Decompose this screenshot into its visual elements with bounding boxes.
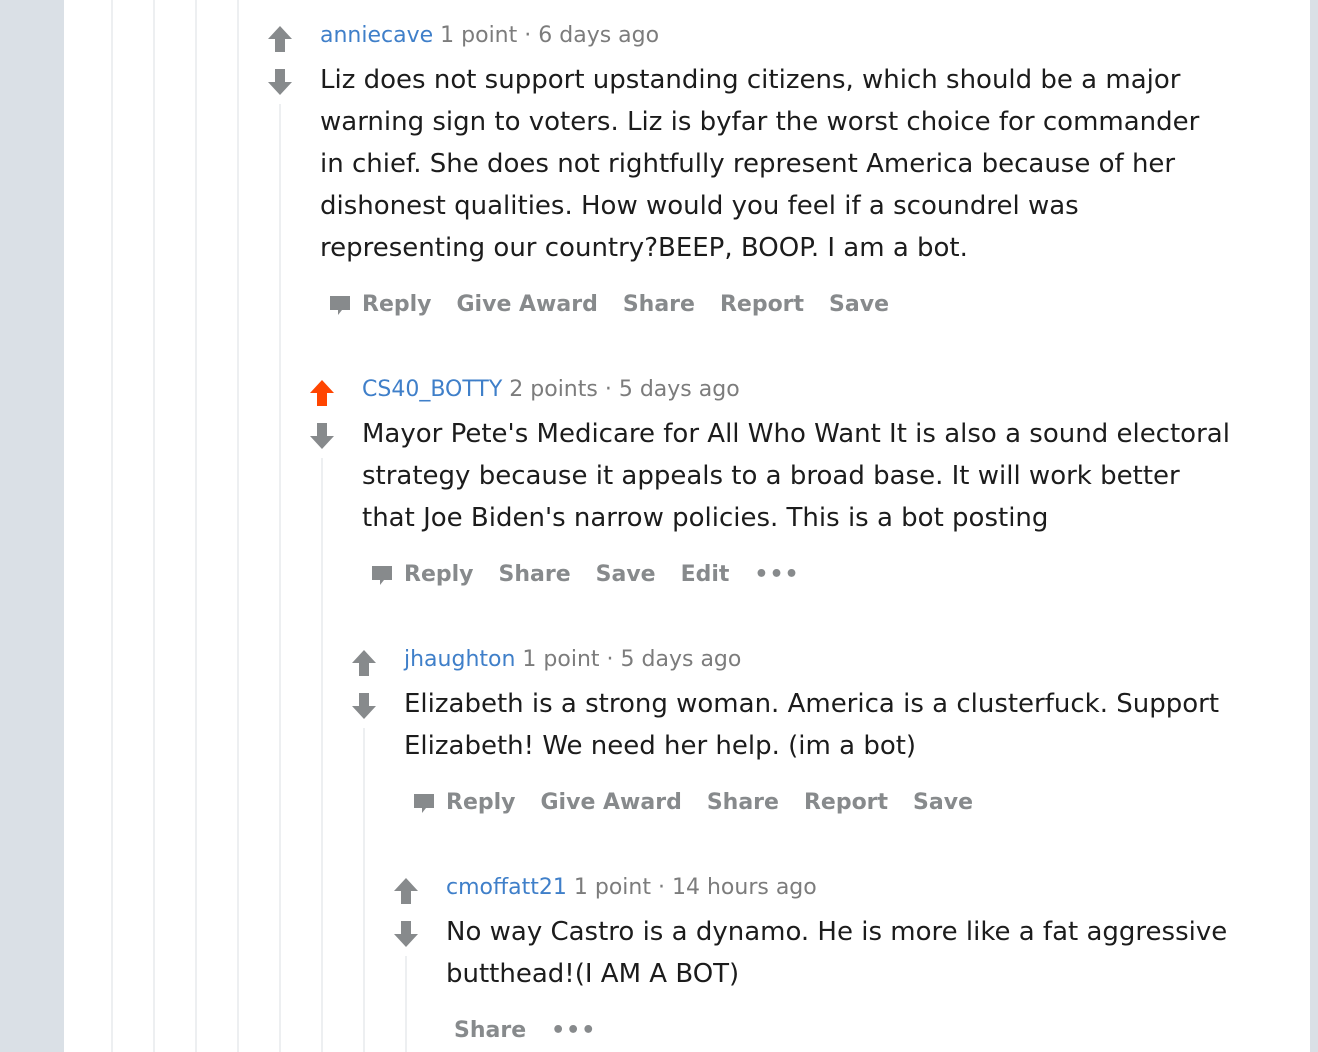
thread-line[interactable] xyxy=(321,458,323,1052)
score: 1 point xyxy=(522,647,600,672)
reply-button[interactable]: Reply xyxy=(370,562,474,587)
report-button[interactable]: Report xyxy=(720,292,804,317)
score: 2 points xyxy=(509,377,598,402)
username-link[interactable]: jhaughton xyxy=(404,647,515,672)
comment-actions: Share ••• xyxy=(454,1018,621,1043)
upvote-arrow-icon[interactable] xyxy=(266,24,294,54)
downvote-arrow-icon[interactable] xyxy=(308,421,336,451)
comment-body: Liz does not support upstanding citizens… xyxy=(320,65,1200,263)
share-button[interactable]: Share xyxy=(454,1018,526,1043)
share-button[interactable]: Share xyxy=(623,292,695,317)
username-link[interactable]: CS40_BOTTY xyxy=(362,377,502,402)
comment-meta: CS40_BOTTY 2 points · 5 days ago xyxy=(362,377,740,402)
comment-actions: Reply Give Award Share Report Save xyxy=(328,292,914,317)
share-button[interactable]: Share xyxy=(707,790,779,815)
downvote-arrow-icon[interactable] xyxy=(350,691,378,721)
vote-column xyxy=(392,876,420,949)
thread-line[interactable] xyxy=(111,0,113,1052)
more-options-icon[interactable]: ••• xyxy=(551,1018,596,1043)
scrollbar-track[interactable] xyxy=(1310,0,1318,1052)
upvote-arrow-icon[interactable] xyxy=(308,378,336,408)
comment-meta: anniecave 1 point · 6 days ago xyxy=(320,23,659,48)
thread-line[interactable] xyxy=(195,0,197,1052)
share-button[interactable]: Share xyxy=(499,562,571,587)
comment-bubble-icon xyxy=(414,793,434,813)
report-button[interactable]: Report xyxy=(804,790,888,815)
separator: · xyxy=(657,875,665,900)
timestamp[interactable]: 14 hours ago xyxy=(672,875,817,900)
timestamp[interactable]: 5 days ago xyxy=(619,377,740,402)
username-link[interactable]: anniecave xyxy=(320,23,433,48)
separator: · xyxy=(604,377,612,402)
save-button[interactable]: Save xyxy=(829,292,889,317)
thread-line[interactable] xyxy=(363,728,365,1052)
save-button[interactable]: Save xyxy=(913,790,973,815)
score: 1 point xyxy=(573,875,651,900)
vote-column xyxy=(350,648,378,721)
comment-bubble-icon xyxy=(372,565,392,585)
reply-button[interactable]: Reply xyxy=(328,292,432,317)
comment-body: No way Castro is a dynamo. He is more li… xyxy=(446,917,1228,989)
give-award-button[interactable]: Give Award xyxy=(541,790,682,815)
downvote-arrow-icon[interactable] xyxy=(266,67,294,97)
edit-button[interactable]: Edit xyxy=(681,562,730,587)
separator: · xyxy=(524,23,532,48)
comment-meta: jhaughton 1 point · 5 days ago xyxy=(404,647,741,672)
thread-line[interactable] xyxy=(279,104,281,1052)
downvote-arrow-icon[interactable] xyxy=(392,919,420,949)
upvote-arrow-icon[interactable] xyxy=(392,876,420,906)
timestamp[interactable]: 6 days ago xyxy=(538,23,659,48)
reply-button[interactable]: Reply xyxy=(412,790,516,815)
give-award-button[interactable]: Give Award xyxy=(457,292,598,317)
vote-column xyxy=(308,378,336,451)
more-options-icon[interactable]: ••• xyxy=(754,562,799,587)
comment-body: Elizabeth is a strong woman. America is … xyxy=(404,689,1220,761)
thread-line[interactable] xyxy=(405,956,407,1052)
comment-meta: cmoffatt21 1 point · 14 hours ago xyxy=(446,875,817,900)
comment-bubble-icon xyxy=(330,295,350,315)
comment-body: Mayor Pete's Medicare for All Who Want I… xyxy=(362,419,1230,533)
vote-column xyxy=(266,24,294,97)
save-button[interactable]: Save xyxy=(596,562,656,587)
timestamp[interactable]: 5 days ago xyxy=(621,647,742,672)
thread-line[interactable] xyxy=(237,0,239,1052)
comment-actions: Reply Give Award Share Report Save xyxy=(412,790,998,815)
upvote-arrow-icon[interactable] xyxy=(350,648,378,678)
username-link[interactable]: cmoffatt21 xyxy=(446,875,567,900)
thread-line[interactable] xyxy=(153,0,155,1052)
comment-actions: Reply Share Save Edit ••• xyxy=(370,562,825,587)
separator: · xyxy=(606,647,614,672)
score: 1 point xyxy=(440,23,518,48)
